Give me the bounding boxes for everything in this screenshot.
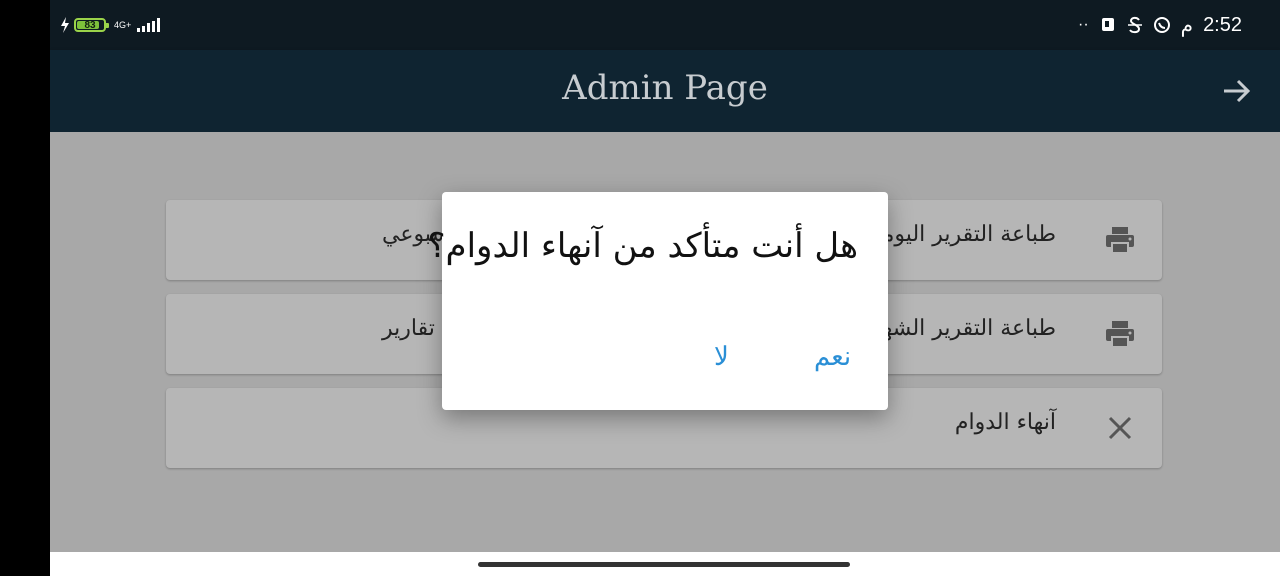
left-bezel (0, 0, 50, 576)
card-label: آنهاء الدوام (954, 410, 1056, 435)
app-bar: Admin Page (50, 50, 1280, 132)
battery-level: 83 (84, 19, 96, 31)
page-title: Admin Page (562, 68, 768, 108)
confirm-dialog: هل أنت متأكد من آنهاء الدوام؟ نعم لا (427, 192, 888, 410)
printer-icon (1106, 321, 1134, 348)
card-label: طباعة التقرير اليومي (864, 222, 1056, 247)
clock-time: 2:52 (1203, 13, 1242, 36)
arrow-right-icon[interactable] (1218, 72, 1256, 110)
dialog-question: هل أنت متأكد من آنهاء الدوام؟ (427, 226, 858, 266)
home-indicator[interactable] (478, 562, 850, 567)
status-bar: 83 4G+ ·· م 2:52 (50, 0, 1280, 50)
status-right: ·· م 2:52 (1078, 12, 1242, 38)
card-secondary-label: تقارير (382, 316, 435, 341)
no-button[interactable]: لا (714, 342, 729, 372)
phone-screen: 83 4G+ ·· م 2:52 Admin Page طباعة التقري… (50, 0, 1280, 576)
signal-icon (137, 18, 161, 32)
am-pm: م (1180, 14, 1194, 37)
whatsapp-icon (1153, 17, 1170, 33)
network-type: 4G+ (114, 19, 132, 30)
printer-icon (1106, 227, 1134, 254)
strikethrough-s-icon (1127, 16, 1142, 34)
notification-icon (1101, 18, 1114, 31)
more-dots-icon: ·· (1078, 16, 1089, 33)
yes-button[interactable]: نعم (814, 342, 851, 372)
charging-icon (61, 17, 69, 33)
close-icon (1108, 416, 1132, 440)
status-left: 83 4G+ (60, 13, 161, 37)
battery-icon: 83 (74, 18, 109, 32)
